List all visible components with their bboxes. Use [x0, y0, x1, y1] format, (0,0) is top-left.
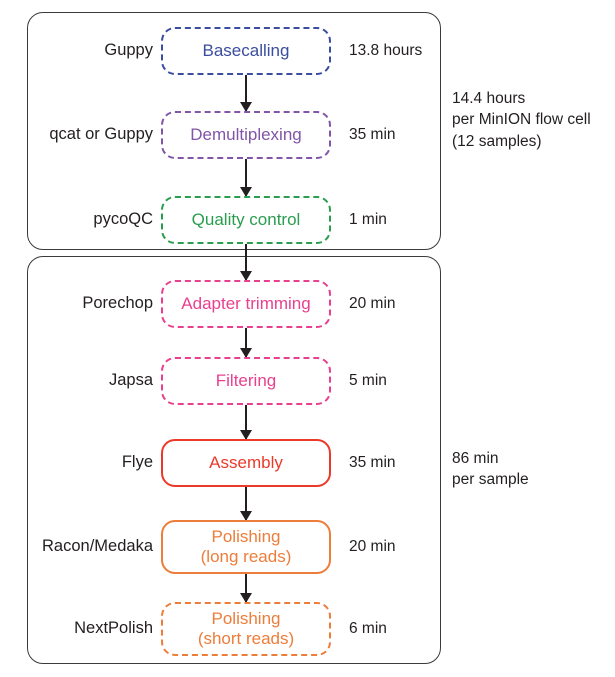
stage-sublabel: (long reads): [200, 547, 292, 566]
stage-box-filtering[interactable]: Filtering: [161, 357, 331, 405]
workflow-diagram: Guppy Basecalling 13.8 hours qcat or Guppy D…: [0, 0, 615, 677]
stage-sublabel: (short reads): [197, 629, 295, 648]
runtime-label: 13.8 hours: [349, 42, 423, 59]
tool-label: Porechop: [82, 294, 153, 312]
tool-label: Racon/Medaka: [42, 537, 153, 555]
stage-box-adapter-trimming[interactable]: Adapter trimming: [161, 280, 331, 328]
flow-arrow: [245, 405, 247, 439]
runtime-label: 5 min: [349, 372, 387, 389]
stage-label: Adapter trimming: [181, 294, 311, 314]
tool-label: pycoQC: [93, 210, 153, 228]
stage-label: Quality control: [191, 210, 301, 230]
runtime-label: 35 min: [349, 126, 396, 143]
runtime-label: 20 min: [349, 295, 396, 312]
annotation-flow-cell-runtime: 14.4 hours per MinION flow cell (12 samp…: [452, 90, 591, 150]
stage-label: Filtering: [215, 371, 277, 391]
stage-label: Polishing: [211, 527, 281, 547]
stage-label: Demultiplexing: [190, 125, 302, 145]
stage-box-assembly[interactable]: Assembly: [161, 439, 331, 487]
flow-arrow: [245, 328, 247, 357]
tool-label: Flye: [121, 453, 153, 471]
stage-label: Assembly: [209, 453, 283, 473]
stage-box-polishing[interactable]: Polishing (long reads): [161, 520, 331, 574]
tool-label: qcat or Guppy: [49, 125, 153, 143]
stage-box-basecalling[interactable]: Basecalling: [161, 27, 331, 75]
flow-arrow: [245, 487, 247, 520]
tool-label: Japsa: [108, 371, 153, 389]
annotation-per-sample-runtime: 86 min per sample: [452, 450, 529, 489]
runtime-label: 1 min: [349, 211, 387, 228]
flow-arrow: [245, 574, 247, 602]
runtime-label: 20 min: [349, 538, 396, 555]
flow-arrow: [245, 244, 247, 280]
flow-arrow: [245, 159, 247, 196]
stage-box-polishing[interactable]: Polishing (short reads): [161, 602, 331, 656]
flow-arrow: [245, 75, 247, 111]
tool-label: Guppy: [104, 41, 153, 59]
stage-label: Polishing: [211, 609, 281, 629]
stage-box-demultiplexing[interactable]: Demultiplexing: [161, 111, 331, 159]
stage-box-quality-control[interactable]: Quality control: [161, 196, 331, 244]
stage-label: Basecalling: [202, 41, 290, 61]
runtime-label: 6 min: [349, 620, 387, 637]
tool-label: NextPolish: [74, 619, 153, 637]
runtime-label: 35 min: [349, 454, 396, 471]
